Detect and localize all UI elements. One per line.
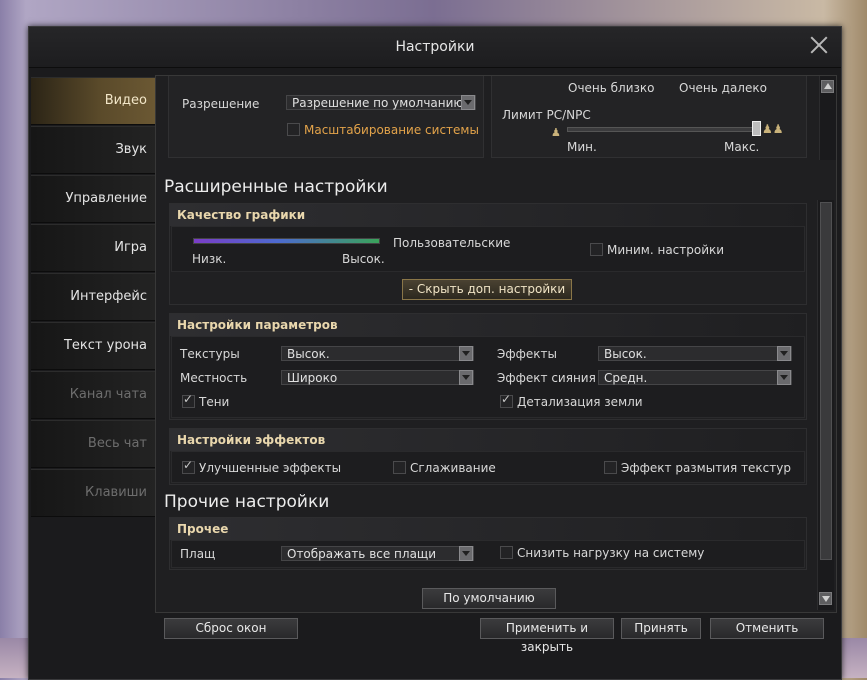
graphics-quality-slider[interactable] — [193, 238, 380, 244]
chevron-down-icon — [459, 546, 473, 561]
sidebar-item-all-chat: Весь чат — [31, 420, 155, 468]
accept-button[interactable]: Принять — [621, 618, 701, 639]
pc-npc-slider-handle[interactable] — [752, 121, 761, 136]
terrain-select[interactable]: Широко — [281, 370, 474, 385]
sidebar-item-interface[interactable]: Интерфейс — [31, 273, 155, 321]
reduce-load-checkbox[interactable] — [500, 546, 513, 559]
arrow-down-icon — [822, 596, 830, 602]
chevron-down-icon — [461, 95, 475, 110]
antialiasing-label: Сглаживание — [410, 461, 496, 475]
distance-far-label: Очень далеко — [679, 81, 767, 95]
main-scrollbar[interactable] — [817, 200, 834, 610]
graphics-quality-group: Качество графики Низк. Высок. Пользовате… — [169, 203, 807, 305]
min-settings-label: Миним. настройки — [607, 243, 725, 257]
ground-detail-label: Детализация земли — [517, 395, 643, 409]
people-group-icon: ♟♟ — [762, 122, 784, 136]
other-heading: Прочее — [170, 518, 806, 540]
shadows-label: Тени — [199, 395, 230, 409]
effects-group: Настройки эффектов Улучшенные эффекты Сг… — [169, 428, 807, 485]
window-title: Настройки — [395, 39, 475, 55]
textures-label: Текстуры — [180, 347, 240, 361]
graphics-quality-heading: Качество графики — [170, 204, 806, 226]
params-body: Текстуры Высок. Эффекты Высок. Местность… — [171, 336, 805, 418]
sidebar-item-chat-channel: Канал чата — [31, 371, 155, 419]
chevron-down-icon — [777, 370, 791, 385]
terrain-label: Местность — [180, 371, 248, 385]
scroll-up-button[interactable] — [821, 80, 834, 93]
arrow-up-icon — [824, 83, 832, 89]
close-icon[interactable] — [809, 35, 829, 55]
quality-preset-label: Пользовательские — [393, 236, 511, 250]
sidebar-item-video[interactable]: Видео — [31, 77, 163, 125]
settings-content: Разрешение Разрешение по умолчанию Масшт… — [155, 75, 837, 613]
advanced-settings-title: Расширенные настройки — [164, 177, 388, 197]
quality-high-label: Высок. — [342, 252, 385, 266]
glow-value: Средн. — [604, 371, 648, 385]
terrain-value: Широко — [287, 371, 338, 385]
texture-blur-checkbox[interactable] — [604, 461, 617, 474]
resolution-label: Разрешение — [182, 97, 260, 111]
reset-windows-button[interactable]: Сброс окон — [164, 618, 298, 639]
params-group: Настройки параметров Текстуры Высок. Эфф… — [169, 313, 807, 420]
min-settings-checkbox[interactable] — [590, 243, 603, 256]
person-small-icon: ♟ — [551, 126, 561, 139]
effects-select[interactable]: Высок. — [598, 346, 792, 361]
textures-select[interactable]: Высок. — [281, 346, 474, 361]
distance-panel: Очень близко Очень далеко Лимит PC/NPC ♟… — [491, 76, 807, 158]
top-scrollbar[interactable] — [819, 76, 836, 160]
chevron-down-icon — [459, 370, 473, 385]
sidebar-item-keys: Клавиши — [31, 469, 155, 517]
settings-window: Настройки Видео Звук Управление Игра Инт… — [28, 26, 842, 680]
sidebar-item-game[interactable]: Игра — [31, 224, 155, 272]
settings-sidebar: Видео Звук Управление Игра Интерфейс Тек… — [31, 77, 163, 518]
improved-effects-checkbox[interactable] — [182, 458, 195, 474]
pc-npc-max-label: Макс. — [724, 140, 760, 154]
chevron-down-icon — [777, 346, 791, 361]
textures-value: Высок. — [287, 347, 330, 361]
other-body: Плащ Отображать все плащи Снизить нагруз… — [171, 540, 805, 568]
distance-near-label: Очень близко — [568, 81, 655, 95]
glow-label: Эффект сияния — [497, 371, 596, 385]
other-group: Прочее Плащ Отображать все плащи Снизить… — [169, 517, 807, 570]
cancel-button[interactable]: Отменить — [710, 618, 824, 639]
hide-advanced-button[interactable]: - Скрыть доп. настройки — [402, 279, 572, 300]
shadows-checkbox[interactable] — [182, 392, 195, 408]
glow-select[interactable]: Средн. — [598, 370, 792, 385]
scroll-thumb[interactable] — [820, 202, 832, 560]
cloak-value: Отображать все плащи — [287, 547, 437, 561]
other-settings-title: Прочие настройки — [164, 492, 330, 512]
scaling-checkbox[interactable] — [287, 123, 300, 136]
antialiasing-checkbox[interactable] — [393, 461, 406, 474]
resolution-select[interactable]: Разрешение по умолчанию — [286, 95, 476, 110]
pc-npc-label: Лимит PC/NPC — [502, 108, 591, 122]
reduce-load-label: Снизить нагрузку на систему — [517, 546, 705, 560]
pc-npc-slider-track[interactable] — [567, 127, 759, 132]
cloak-label: Плащ — [180, 547, 216, 561]
effects-label: Эффекты — [497, 347, 557, 361]
defaults-button[interactable]: По умолчанию — [422, 588, 556, 609]
quality-low-label: Низк. — [192, 252, 227, 266]
chevron-down-icon — [459, 346, 473, 361]
improved-effects-label: Улучшенные эффекты — [199, 461, 342, 475]
effects-heading: Настройки эффектов — [170, 429, 806, 451]
ground-detail-checkbox[interactable] — [500, 392, 513, 408]
resolution-value: Разрешение по умолчанию — [292, 96, 464, 110]
texture-blur-label: Эффект размытия текстур — [621, 461, 791, 475]
apply-close-button[interactable]: Применить и закрыть — [480, 618, 614, 654]
resolution-panel: Разрешение Разрешение по умолчанию Масшт… — [168, 76, 484, 158]
graphics-quality-row: Низк. Высок. Пользовательские Миним. нас… — [171, 226, 805, 272]
effects-body: Улучшенные эффекты Сглаживание Эффект ра… — [171, 451, 805, 483]
cloak-select[interactable]: Отображать все плащи — [281, 546, 474, 561]
sidebar-item-damage-text[interactable]: Текст урона — [31, 322, 155, 370]
scroll-down-button[interactable] — [819, 592, 832, 605]
sidebar-item-controls[interactable]: Управление — [31, 175, 155, 223]
title-bar: Настройки — [29, 27, 841, 68]
scaling-label: Масштабирование системы — [304, 123, 479, 137]
sidebar-item-sound[interactable]: Звук — [31, 126, 155, 174]
pc-npc-min-label: Мин. — [567, 140, 597, 154]
params-heading: Настройки параметров — [170, 314, 806, 336]
effects-value: Высок. — [604, 347, 647, 361]
